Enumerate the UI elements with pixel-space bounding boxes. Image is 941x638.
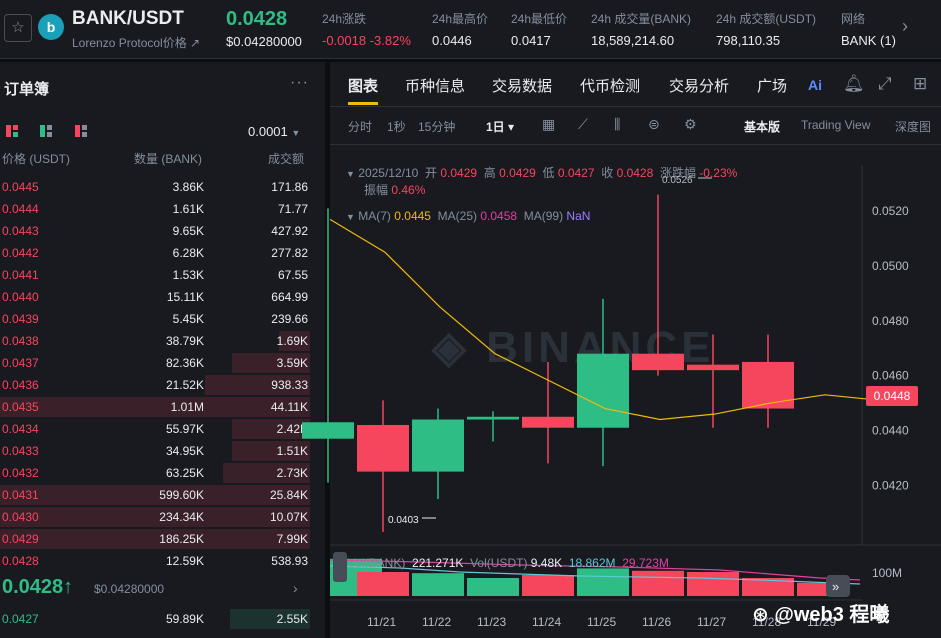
candle-body (632, 353, 684, 371)
candle-body (687, 364, 739, 371)
y-tick-label: 0.0420 (872, 478, 909, 492)
candle-body (742, 361, 794, 409)
volume-bar (687, 572, 739, 596)
volume-bar (467, 578, 519, 596)
x-tick-label: 11/25 (587, 615, 616, 629)
y-tick-label: 0.0520 (872, 204, 909, 218)
candle-body (357, 425, 409, 472)
volume-bar (412, 573, 464, 596)
x-tick-label: 11/24 (532, 615, 561, 629)
watermark: ⊛ @web3 程曦 (752, 604, 890, 626)
min-price-annotation: 0.0403 (388, 515, 419, 526)
candle-body (302, 422, 354, 439)
volume-axis-label: 100M (872, 566, 902, 580)
y-tick-label: 0.0480 (872, 314, 909, 328)
candle-body (412, 419, 464, 472)
x-tick-label: 11/23 (477, 615, 506, 629)
x-tick-label: 11/27 (697, 615, 726, 629)
x-tick-label: 11/26 (642, 615, 671, 629)
x-tick-label: 11/22 (422, 615, 451, 629)
y-tick-label: 0.0460 (872, 369, 909, 383)
scroll-left-handle[interactable] (333, 552, 347, 582)
volume-bar (632, 570, 684, 596)
volume-bar (522, 575, 574, 596)
y-tick-label: 0.0500 (872, 259, 909, 273)
candle-body (577, 353, 629, 428)
double-chevron-icon: » (832, 579, 839, 594)
candle-body (467, 416, 519, 420)
volume-bar (577, 568, 629, 596)
max-price-annotation: 0.0526 (662, 175, 693, 186)
candlestick-chart[interactable]: ◈ BINANCE0.05200.05000.04800.04600.04400… (0, 0, 941, 638)
volume-bar (357, 572, 409, 596)
y-tick-label: 0.0440 (872, 423, 909, 437)
current-price-tag: 0.0448 (866, 386, 918, 406)
x-tick-label: 11/21 (367, 615, 396, 629)
candle-body (522, 416, 574, 428)
volume-legend: Vol(BANK) 221.271K Vol(USDT) 9.48K 18.86… (348, 556, 669, 570)
